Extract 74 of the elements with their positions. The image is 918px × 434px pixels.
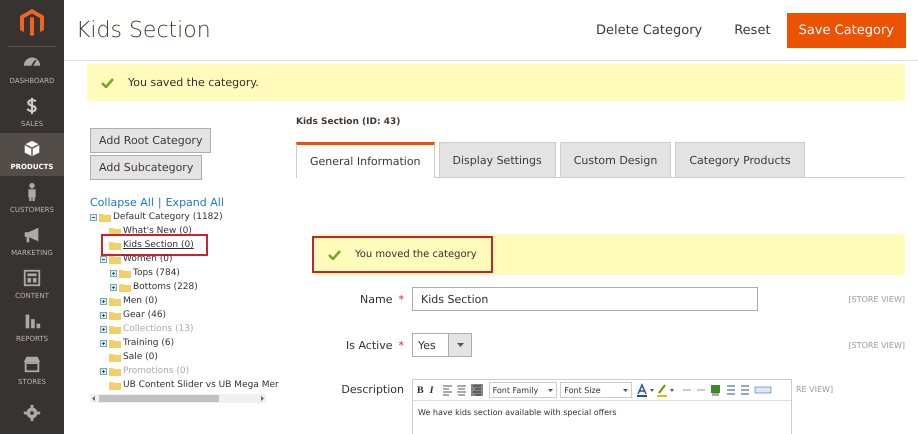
description-text: We have kids section available with special offers <box>417 407 618 419</box>
message-text: You moved the category <box>355 249 477 260</box>
add-category-button[interactable]: Add Subcategory <box>90 155 202 180</box>
tab[interactable]: Custom Design <box>560 142 672 177</box>
folder-icon <box>109 310 121 320</box>
scope-label: [STORE VIEW] <box>848 340 905 350</box>
gear-icon <box>22 402 42 423</box>
italic-button[interactable]: I <box>426 384 437 396</box>
layout-icon <box>22 268 42 288</box>
font-size-dropdown[interactable]: Font Size <box>560 382 632 398</box>
folder-icon <box>109 352 121 362</box>
folder-icon <box>109 380 121 390</box>
tree-item[interactable]: Women (0) <box>123 254 172 264</box>
tree-item[interactable]: Training (6) <box>123 338 174 348</box>
folder-icon <box>109 324 121 334</box>
bold-button[interactable]: B <box>417 384 424 396</box>
minus-icon[interactable] <box>90 214 97 220</box>
required-mark: * <box>398 338 404 352</box>
header-button[interactable]: Delete Category <box>580 14 718 46</box>
folder-icon <box>109 338 121 348</box>
box-icon <box>22 138 42 159</box>
tree-item[interactable]: UB Content Slider vs UB Mega Mer <box>123 380 279 390</box>
save-button[interactable]: Save Category <box>786 12 906 48</box>
collapse-all-link[interactable]: Collapse All <box>90 196 154 209</box>
required-mark: * <box>398 292 404 306</box>
tree-item[interactable]: Kids Section (0) <box>123 240 194 250</box>
scope-label: RE VIEW] <box>796 384 834 394</box>
tree-item[interactable]: Sale (0) <box>123 352 158 362</box>
plus-icon[interactable] <box>110 284 117 290</box>
check-icon <box>328 250 341 260</box>
header-button[interactable]: Reset <box>718 14 787 46</box>
field-label: Description <box>341 383 404 396</box>
message-text: You saved the category. <box>128 76 259 89</box>
caret-icon <box>548 388 554 392</box>
tree-item[interactable]: Tops (784) <box>133 268 180 278</box>
tab[interactable]: Display Settings <box>438 142 556 177</box>
folder-icon <box>99 212 111 222</box>
tab[interactable]: Category Products <box>675 142 805 177</box>
separator-text: | <box>158 196 162 209</box>
name-field[interactable]: Kids Section <box>412 287 758 311</box>
tree-item[interactable]: Men (0) <box>123 296 158 306</box>
scroll-right-icon[interactable] <box>261 396 264 401</box>
scope-label: [STORE VIEW] <box>848 294 905 304</box>
caret-icon <box>456 343 464 347</box>
plus-icon[interactable] <box>100 298 107 304</box>
expand-all-link[interactable]: Expand All <box>166 196 224 209</box>
tab[interactable]: General Information <box>296 142 435 178</box>
minus-icon[interactable] <box>100 256 107 262</box>
page-title: Kids Section <box>76 18 212 42</box>
category-heading: Kids Section (ID: 43) <box>296 117 402 127</box>
caret-icon <box>622 388 628 392</box>
tree-item[interactable]: Default Category (1182) <box>113 212 223 222</box>
tree-item[interactable]: Bottoms (228) <box>133 282 198 292</box>
folder-icon <box>109 296 121 306</box>
horizontal-scrollbar[interactable] <box>90 394 266 403</box>
select-field[interactable]: Yes <box>412 333 472 357</box>
font-family-dropdown[interactable]: Font Family <box>488 382 558 398</box>
plus-icon[interactable] <box>100 340 107 346</box>
editor-field[interactable]: B I Font Family Font Size We have kids section available with special offers <box>412 379 792 434</box>
tree-item[interactable]: What's New (0) <box>123 226 192 236</box>
plus-icon[interactable] <box>110 270 117 276</box>
plus-icon[interactable] <box>100 312 107 318</box>
check-icon <box>101 78 114 88</box>
folder-icon <box>109 366 121 376</box>
shop-icon <box>22 354 42 374</box>
folder-icon <box>119 282 131 292</box>
folder-icon <box>109 240 121 250</box>
tree-item[interactable]: Gear (46) <box>123 310 166 320</box>
logo-icon[interactable] <box>20 9 44 38</box>
add-category-button[interactable]: Add Root Category <box>90 128 212 153</box>
folder-icon <box>119 268 131 278</box>
field-label: Is Active <box>346 338 392 352</box>
scroll-left-icon[interactable] <box>92 396 95 401</box>
field-label: Name <box>360 292 392 306</box>
